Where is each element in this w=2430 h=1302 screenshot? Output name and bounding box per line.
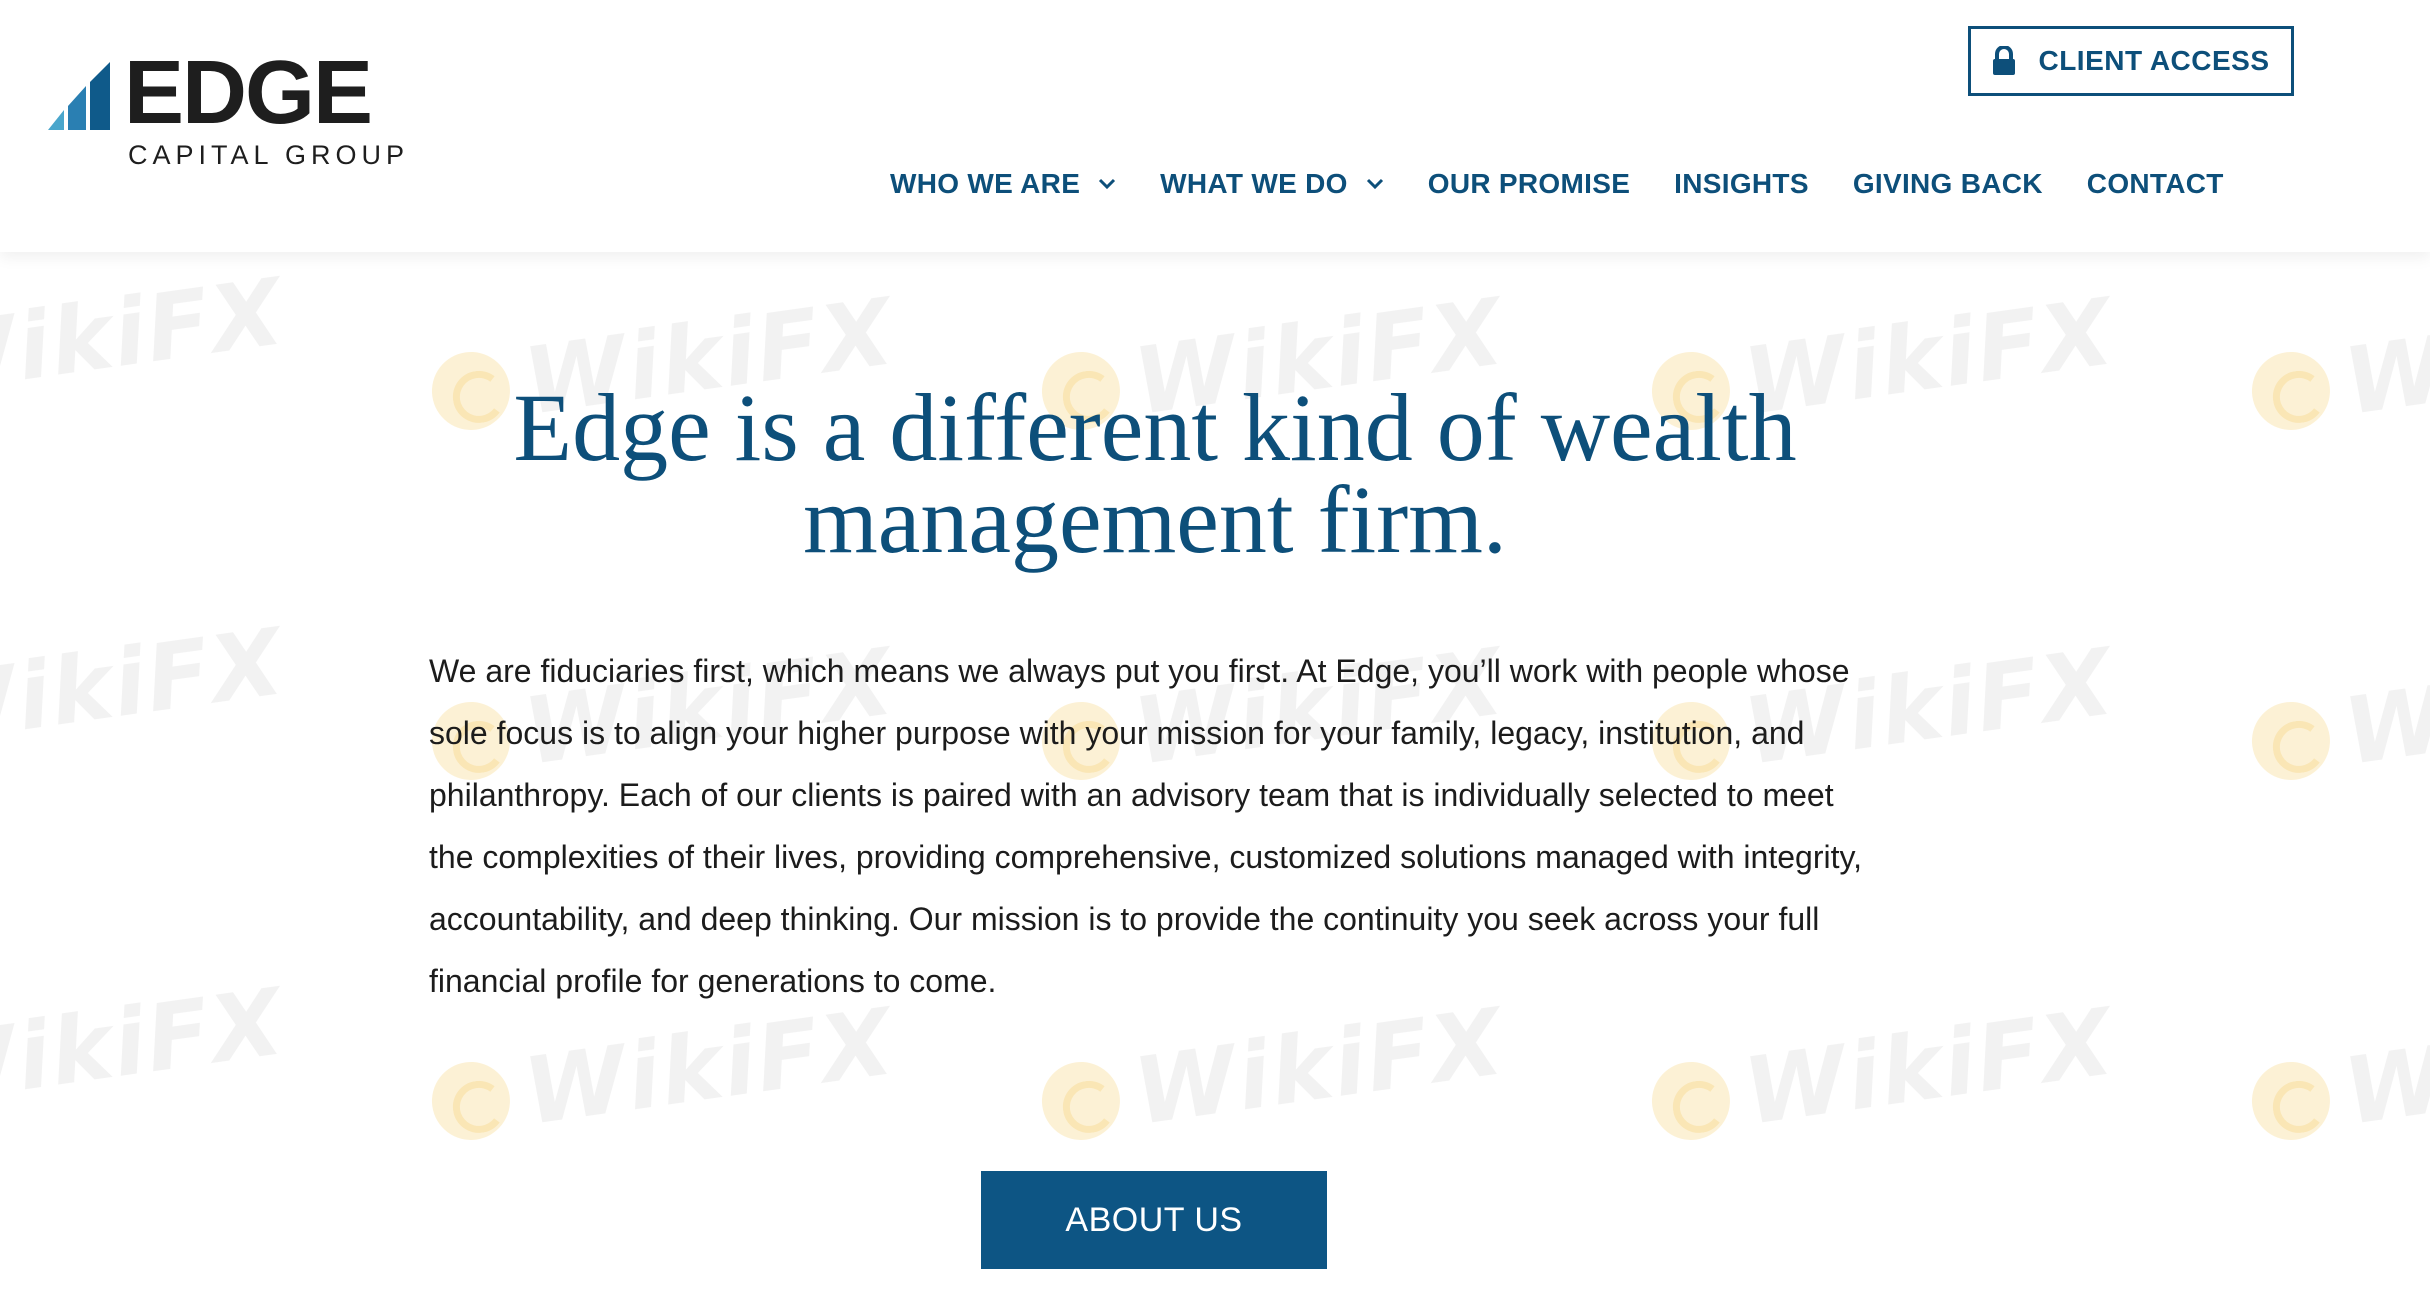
hero-headline-line-2: management firm. bbox=[803, 466, 1507, 573]
hero-headline-line-1: Edge is a different kind of wealth bbox=[513, 374, 1797, 481]
nav-item-giving-back[interactable]: GIVING BACK bbox=[1853, 168, 2043, 200]
hero-section: Edge is a different kind of wealth manag… bbox=[0, 252, 2430, 1302]
edge-logo-link[interactable]: EDGE CAPITAL GROUP bbox=[48, 48, 404, 172]
client-access-button[interactable]: CLIENT ACCESS bbox=[1968, 26, 2294, 96]
lock-icon bbox=[1993, 46, 2016, 75]
nav-item-contact[interactable]: CONTACT bbox=[2087, 168, 2224, 200]
logo-wordmark: EDGE bbox=[124, 43, 373, 143]
about-us-button[interactable]: ABOUT US bbox=[981, 1171, 1327, 1269]
client-access-label: CLIENT ACCESS bbox=[2038, 45, 2270, 76]
chevron-down-icon bbox=[1099, 178, 1116, 190]
hero-headline: Edge is a different kind of wealth manag… bbox=[330, 380, 1980, 568]
bar-chart-logo-icon bbox=[48, 62, 110, 130]
site-header: EDGE CAPITAL GROUP CLIENT ACCESS WHO WE … bbox=[0, 0, 2430, 252]
main-nav: WHO WE ARE WHAT WE DO OUR PROMISE INSIGH… bbox=[890, 168, 2224, 200]
nav-item-what-we-do[interactable]: WHAT WE DO bbox=[1160, 168, 1384, 200]
nav-item-our-promise[interactable]: OUR PROMISE bbox=[1428, 168, 1630, 200]
nav-item-who-we-are[interactable]: WHO WE ARE bbox=[890, 168, 1116, 200]
logo-tagline: CAPITAL GROUP bbox=[128, 140, 410, 170]
chevron-down-icon bbox=[1366, 178, 1383, 190]
hero-body-text: We are fiduciaries first, which means we… bbox=[429, 653, 1862, 999]
page: WikiFX WikiFX WikiFX WikiFX WikiFX WikiF… bbox=[0, 0, 2430, 1302]
nav-item-insights[interactable]: INSIGHTS bbox=[1674, 168, 1809, 200]
